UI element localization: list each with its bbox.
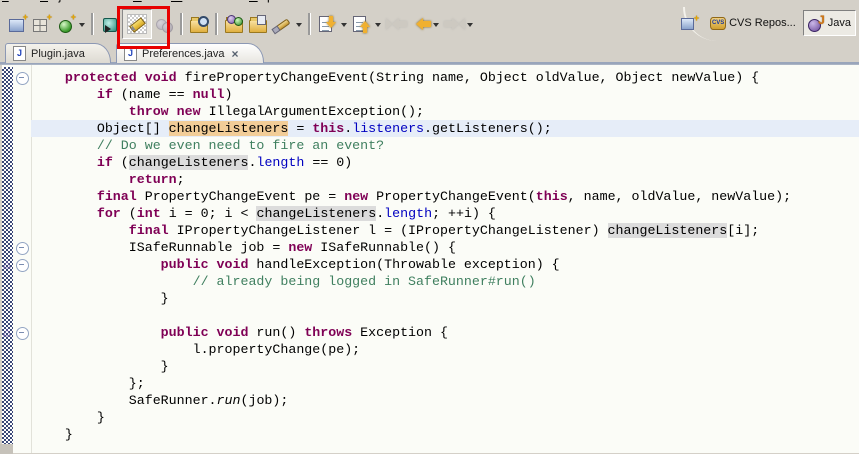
new-wizard-button[interactable]: +: [5, 12, 29, 36]
back-button[interactable]: [407, 12, 431, 36]
code-line: public void run() throws Exception {: [33, 324, 791, 341]
java-perspective-icon: J: [808, 15, 825, 31]
code-line: if (name == null): [33, 86, 791, 103]
back-disabled-icon: [385, 14, 405, 34]
code-line: l.propertyChange(pe);: [33, 341, 791, 358]
forward-icon: [443, 14, 463, 34]
new-class-dropdown-icon[interactable]: [77, 12, 87, 36]
open-perspective-icon: +: [681, 15, 698, 31]
code-line: }: [33, 358, 791, 375]
new-java-project-icon: +: [31, 14, 51, 34]
new-java-project-button[interactable]: +: [29, 12, 53, 36]
main-toolbar: +++: [0, 7, 729, 41]
code-line: final IPropertyChangeListener l = (IProp…: [33, 222, 791, 239]
red-annotation-box: [117, 6, 170, 49]
menu-mnemonic: a: [2, 0, 9, 3]
code-line: throw new IllegalArgumentException();: [33, 103, 791, 120]
code-line: for (int i = 0; i < changeListeners.leng…: [33, 205, 791, 222]
open-type-icon: [189, 14, 209, 34]
override-indicator-icon: △: [2, 328, 12, 338]
code-line: }: [33, 409, 791, 426]
run-external-tools-button[interactable]: [270, 12, 294, 36]
new-class-wizard-icon: +: [55, 14, 75, 34]
code-line: Object[] changeListeners = this.listener…: [33, 120, 791, 137]
code-line: }: [33, 290, 791, 307]
perspective-label: Java: [828, 17, 851, 29]
toolbar-separator: [215, 13, 218, 35]
code-text-area[interactable]: protected void firePropertyChangeEvent(S…: [33, 69, 791, 443]
code-line: [33, 307, 791, 324]
run-external-tools-icon: [272, 14, 292, 34]
toolbar-separator: [308, 13, 311, 35]
toolbar-separator: [180, 13, 183, 35]
perspective-button-java[interactable]: JJava: [803, 10, 856, 36]
code-line: };: [33, 375, 791, 392]
import-button[interactable]: [315, 12, 339, 36]
open-type-button[interactable]: [187, 12, 211, 36]
menu-mnemonic: W: [171, 0, 182, 3]
code-line: return;: [33, 171, 791, 188]
menu-mnemonic: P: [40, 0, 48, 3]
tab-label: Preferences.java: [142, 48, 225, 60]
open-plugin-artifact-button[interactable]: [222, 12, 246, 36]
menu-mnemonic: R: [133, 0, 142, 3]
import-icon: [317, 14, 337, 34]
open-resource-button[interactable]: [246, 12, 270, 36]
back-icon: [409, 14, 429, 34]
java-editor[interactable]: protected void firePropertyChangeEvent(S…: [0, 64, 859, 453]
quickdiff-ruler: [2, 67, 13, 444]
import-dropdown-icon[interactable]: [339, 12, 349, 36]
code-line: ISafeRunnable job = new ISafeRunnable() …: [33, 239, 791, 256]
forward-dropdown-icon[interactable]: [465, 12, 475, 36]
open-plugin-artifact-icon: [224, 14, 244, 34]
menu-item-window[interactable]: Window: [171, 0, 214, 3]
fold-collapse-icon[interactable]: [16, 259, 29, 272]
menu-mnemonic: H: [249, 0, 258, 3]
code-line: // Do we even need to fire an event?: [33, 137, 791, 154]
code-line: if (changeListeners.length == 0): [33, 154, 791, 171]
fold-collapse-icon[interactable]: [16, 327, 29, 340]
perspective-button-cvsrepos[interactable]: CVSCVS Repos...: [705, 11, 800, 35]
export-button[interactable]: [349, 12, 373, 36]
menu-item-run[interactable]: Run: [133, 0, 155, 3]
new-wizard-icon: +: [7, 14, 27, 34]
new-class-wizard-button[interactable]: +: [53, 12, 77, 36]
code-line: protected void firePropertyChangeEvent(S…: [33, 69, 791, 86]
perspective-label: CVS Repos...: [729, 17, 796, 29]
menu-item-arch[interactable]: arch: [2, 0, 25, 3]
toolbar-separator: [91, 13, 94, 35]
open-perspective-button[interactable]: +: [677, 11, 702, 35]
editor-tab-plugin-java[interactable]: J Plugin.java: [5, 43, 111, 63]
fold-collapse-icon[interactable]: [16, 72, 29, 85]
eclipse-window: { "menu": { "items": [ {"label": "arch",…: [0, 0, 859, 453]
code-line: public void handleException(Throwable ex…: [33, 256, 791, 273]
cvs-repository-icon: CVS: [709, 15, 726, 31]
back-dropdown-icon[interactable]: [431, 12, 441, 36]
tab-label: Plugin.java: [31, 48, 85, 60]
code-line: SafeRunner.run(job);: [33, 392, 791, 409]
open-resource-icon: [248, 14, 268, 34]
tab-close-icon[interactable]: ×: [232, 49, 239, 59]
external-tools-dropdown-icon[interactable]: [294, 12, 304, 36]
perspective-bar: +CVSCVS Repos...JJava: [677, 9, 856, 37]
override-indicator-icon: △: [2, 260, 12, 270]
java-file-icon: J: [13, 46, 26, 61]
code-line: }: [33, 426, 791, 443]
back-disabled-button: [383, 12, 407, 36]
menu-item-help[interactable]: Help: [249, 0, 274, 3]
menu-item-project[interactable]: Project: [40, 0, 77, 3]
fold-collapse-icon[interactable]: [16, 242, 29, 255]
code-line: final PropertyChangeEvent pe = new Prope…: [33, 188, 791, 205]
forward-button: [441, 12, 465, 36]
export-icon: [351, 14, 371, 34]
export-dropdown-icon[interactable]: [373, 12, 383, 36]
code-line: // already being logged in SafeRunner#ru…: [33, 273, 791, 290]
